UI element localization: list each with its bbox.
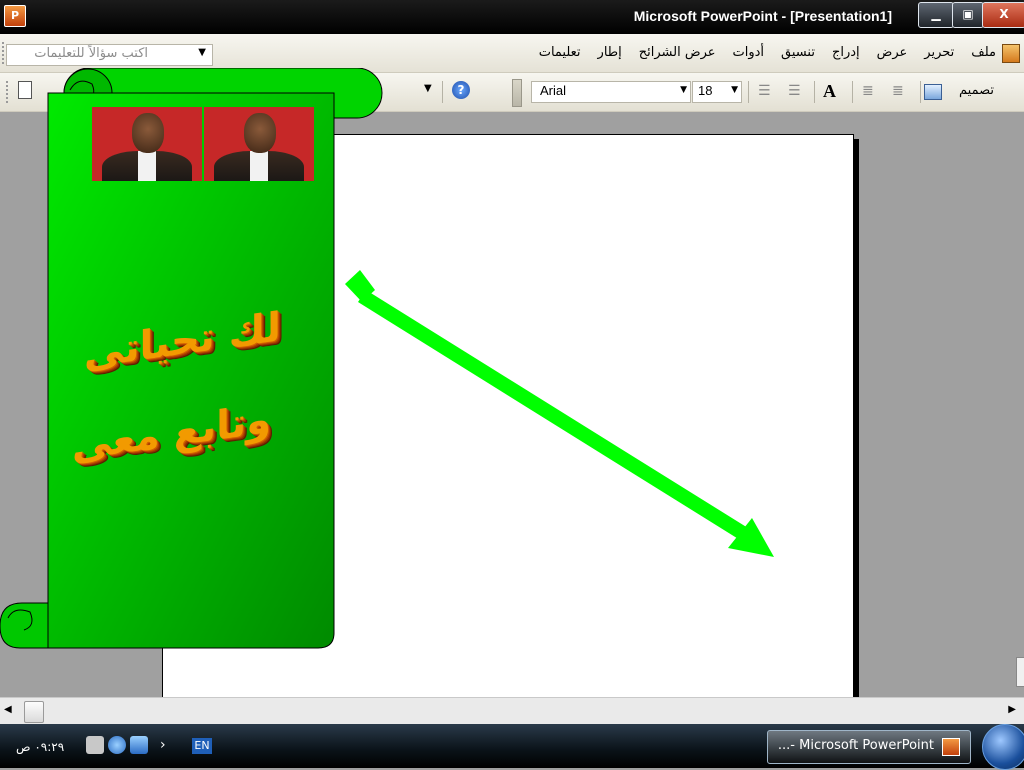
- display-icon[interactable]: [130, 736, 148, 754]
- scroll-right-icon[interactable]: ▶: [1008, 704, 1016, 715]
- arrow-shaft: [358, 290, 748, 540]
- taskbar: ٠٩:٢٩ ص › EN ...- Microsoft PowerPoint: [0, 724, 1024, 770]
- start-button[interactable]: [982, 724, 1024, 770]
- security-icon[interactable]: [108, 736, 126, 754]
- horizontal-scrollbar[interactable]: ◀ ▶: [0, 697, 1024, 724]
- taskbar-powerpoint-button[interactable]: ...- Microsoft PowerPoint: [767, 730, 971, 764]
- portrait-photo: [204, 107, 314, 181]
- portrait-photo: [92, 107, 202, 181]
- scroll-left-icon[interactable]: ◀: [4, 704, 12, 715]
- horizontal-scroll-thumb[interactable]: [24, 701, 44, 723]
- language-indicator[interactable]: EN: [192, 738, 212, 754]
- photo-strip[interactable]: [92, 107, 314, 181]
- chevron-right-icon[interactable]: ›: [160, 737, 166, 753]
- taskbar-button-label: ...- Microsoft PowerPoint: [777, 738, 934, 753]
- clock[interactable]: ٠٩:٢٩ ص: [16, 740, 64, 754]
- powerpoint-icon: [942, 738, 960, 756]
- network-icon[interactable]: [86, 736, 104, 754]
